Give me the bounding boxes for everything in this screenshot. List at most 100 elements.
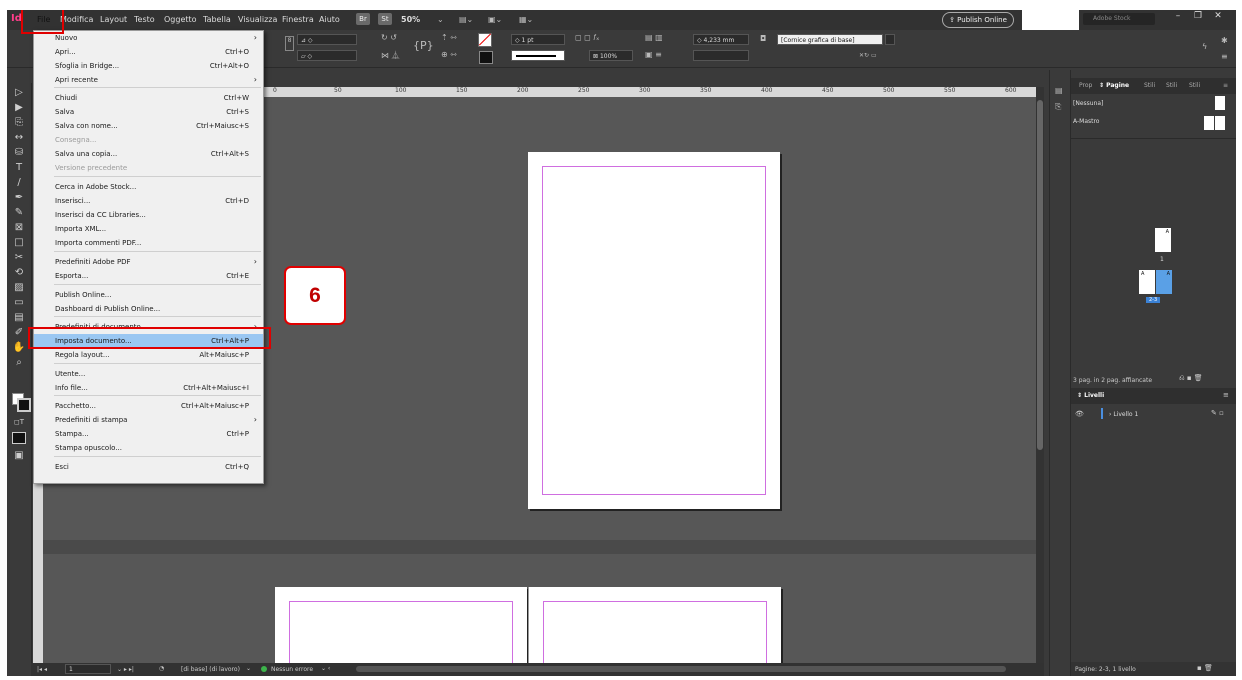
formatting-affects-icon[interactable]: ◻T — [12, 415, 26, 429]
stroke-color-icon[interactable] — [17, 398, 31, 412]
menu-modifica[interactable]: Modifica — [60, 15, 93, 24]
zoom-level[interactable]: 50% — [401, 15, 420, 24]
menu-aiuto[interactable]: Aiuto — [319, 15, 340, 24]
gradient-tool-icon[interactable]: ▨ — [12, 281, 26, 295]
visibility-eye-icon[interactable]: 👁 — [1075, 410, 1084, 418]
menu-item-salva-una-copia[interactable]: Salva una copia... Ctrl+Alt+S — [34, 147, 263, 161]
open-page-icon[interactable]: ◔ — [159, 665, 164, 672]
stock-button[interactable]: St — [378, 13, 392, 25]
line-tool-icon[interactable]: / — [12, 176, 26, 190]
menu-finestra[interactable]: Finestra — [282, 15, 314, 24]
page-tool-icon[interactable]: ⎘ — [12, 116, 26, 130]
scissors-tool-icon[interactable]: ✂ — [12, 251, 26, 265]
page-2-thumb[interactable]: A — [1139, 270, 1155, 294]
object-style-icon[interactable]: ◘ — [760, 34, 766, 43]
layer-pen-icon[interactable]: ✎ ▫ — [1211, 409, 1224, 417]
tab-properties[interactable]: Prop — [1079, 82, 1092, 89]
panel-menu-icon[interactable]: ≡ — [1223, 82, 1228, 89]
layers-title[interactable]: ⇕ Livelli — [1077, 392, 1104, 399]
none-master[interactable]: [Nessuna] — [1073, 100, 1103, 107]
preflight-errors[interactable]: Nessun errore — [271, 666, 313, 673]
direct-selection-tool-icon[interactable]: ▶ — [12, 101, 26, 115]
menu-oggetto[interactable]: Oggetto — [164, 15, 197, 24]
menu-testo[interactable]: Testo — [134, 15, 155, 24]
paragraph-icon[interactable]: {P} — [413, 39, 434, 52]
hand-tool-icon[interactable]: ✋ — [12, 341, 26, 355]
flip-icon[interactable]: ⋈ ⏅ — [381, 50, 400, 61]
selection-tool-icon[interactable]: ▷ — [12, 86, 26, 100]
document-page-1[interactable] — [528, 152, 780, 509]
menu-item-utente[interactable]: Utente... — [34, 367, 263, 381]
content-collector-icon[interactable]: ⛁ — [12, 146, 26, 160]
menu-item-salva-con-nome[interactable]: Salva con nome... Ctrl+Maiusc+S — [34, 119, 263, 133]
tab-styles-1[interactable]: Stili — [1144, 82, 1155, 89]
free-transform-tool-icon[interactable]: ⟲ — [12, 266, 26, 280]
gear-icon[interactable]: ✱ — [1221, 36, 1228, 45]
menu-item-predefiniti-adobe-pdf[interactable]: Predefiniti Adobe PDF › — [34, 255, 263, 269]
menu-item-esporta[interactable]: Esporta... Ctrl+E — [34, 269, 263, 283]
rotation-field[interactable]: ⊿ ◇ — [297, 34, 357, 45]
menu-tabella[interactable]: Tabella — [203, 15, 231, 24]
menu-item-nuovo[interactable]: Nuovo › — [34, 31, 263, 45]
restore-icon[interactable]: ❐ — [1190, 11, 1206, 25]
page-number-field[interactable]: 1 — [65, 664, 111, 674]
panel-menu-icon[interactable]: ≡ — [1221, 52, 1228, 61]
apply-color-icon[interactable] — [12, 432, 26, 444]
view-options-icon[interactable]: ▤⌄ — [459, 15, 473, 24]
pen-tool-icon[interactable]: ✒ — [12, 191, 26, 205]
pages-icon[interactable]: ⎘ — [1055, 102, 1061, 112]
master-status[interactable]: [di base] (di lavoro) — [181, 666, 240, 673]
panel-menu-icon[interactable]: ≡ — [1223, 391, 1229, 399]
menu-item-pacchetto[interactable]: Pacchetto... Ctrl+Alt+Maiusc+P — [34, 399, 263, 413]
clear-overrides-icon[interactable]: ✕↻ ▭ — [859, 52, 877, 59]
menu-item-dashboard-di-publish-online[interactable]: Dashboard di Publish Online... — [34, 302, 263, 316]
corner-size-field[interactable]: ◇ 4,233 mm — [693, 34, 749, 45]
chevron-down-icon[interactable]: ⌄ — [437, 15, 444, 24]
next-page-icon[interactable]: ⌄ ▸ ▸| — [117, 666, 134, 673]
menu-item-sfoglia-in-bridge[interactable]: Sfoglia in Bridge... Ctrl+Alt+O — [34, 59, 263, 73]
tab-styles-2[interactable]: Stili — [1166, 82, 1177, 89]
pencil-tool-icon[interactable]: ✎ — [12, 206, 26, 220]
menu-item-stampa[interactable]: Stampa... Ctrl+P — [34, 427, 263, 441]
menu-item-importa-commenti-pdf[interactable]: Importa commenti PDF... — [34, 236, 263, 250]
fit-content-icon[interactable]: ▤ ▥ — [645, 33, 663, 42]
panel-actions-icon[interactable]: ⎌ ▪ 🗑 — [1179, 374, 1203, 383]
first-page-icon[interactable]: |◂ ◂ — [37, 666, 47, 673]
menu-item-esci[interactable]: Esci Ctrl+Q — [34, 460, 263, 474]
a-master[interactable]: A-Mastro — [1073, 118, 1099, 125]
menu-item-predefiniti-di-stampa[interactable]: Predefiniti di stampa › — [34, 413, 263, 427]
page-1-thumb[interactable]: A — [1155, 228, 1171, 252]
menu-item-regola-layout[interactable]: Regola layout... Alt+Maiusc+P — [34, 348, 263, 362]
menu-item-apri-recente[interactable]: Apri recente › — [34, 73, 263, 87]
page-3-thumb[interactable]: A — [1156, 270, 1172, 294]
select-container-icon[interactable]: ⇡ ⇿ — [441, 33, 457, 42]
stroke-type-select[interactable] — [511, 50, 565, 61]
publish-online-button[interactable]: ⇪ Publish Online — [942, 12, 1014, 28]
eyedropper-tool-icon[interactable]: ✐ — [12, 326, 26, 340]
center-content-icon[interactable]: ▣ ≡ — [645, 50, 662, 59]
chevron-down-icon[interactable]: ⌄ — [246, 665, 251, 672]
frame-fitting-icon[interactable]: ◻ ◻ 𝑓ₓ — [575, 33, 599, 43]
reference-point-icon[interactable]: 8 — [285, 36, 294, 51]
none-master-thumb[interactable] — [1215, 96, 1225, 110]
layer-item[interactable]: › Livello 1 — [1109, 411, 1138, 418]
a-master-thumb-left[interactable] — [1204, 116, 1214, 130]
menu-item-cerca-in-adobe-stock[interactable]: Cerca in Adobe Stock... — [34, 180, 263, 194]
preflight-menu-icon[interactable]: ⌄ ‹ — [321, 665, 330, 672]
horizontal-scrollbar[interactable] — [356, 666, 1006, 672]
fill-swatch[interactable] — [478, 33, 492, 47]
properties-icon[interactable]: ▤ — [1055, 86, 1063, 95]
tab-pages[interactable]: ⇕ Pagine — [1099, 82, 1129, 89]
rotate-icon[interactable]: ↻ ↺ — [381, 33, 397, 42]
new-layer-icon[interactable]: ▪ 🗑 — [1197, 664, 1213, 672]
close-icon[interactable]: ✕ — [1210, 11, 1226, 25]
lightning-icon[interactable]: ϟ — [1202, 42, 1207, 51]
gradient-feather-icon[interactable]: ▭ — [12, 296, 26, 310]
note-tool-icon[interactable]: ▤ — [12, 311, 26, 325]
menu-item-importa-xml[interactable]: Importa XML... — [34, 222, 263, 236]
corner-shape-select[interactable] — [693, 50, 749, 61]
menu-item-info-file[interactable]: Info file... Ctrl+Alt+Maiusc+I — [34, 381, 263, 395]
search-input[interactable]: Adobe Stock — [1083, 13, 1155, 25]
scrollbar-thumb[interactable] — [1037, 100, 1043, 450]
shear-field[interactable]: ▱ ◇ — [297, 50, 357, 61]
